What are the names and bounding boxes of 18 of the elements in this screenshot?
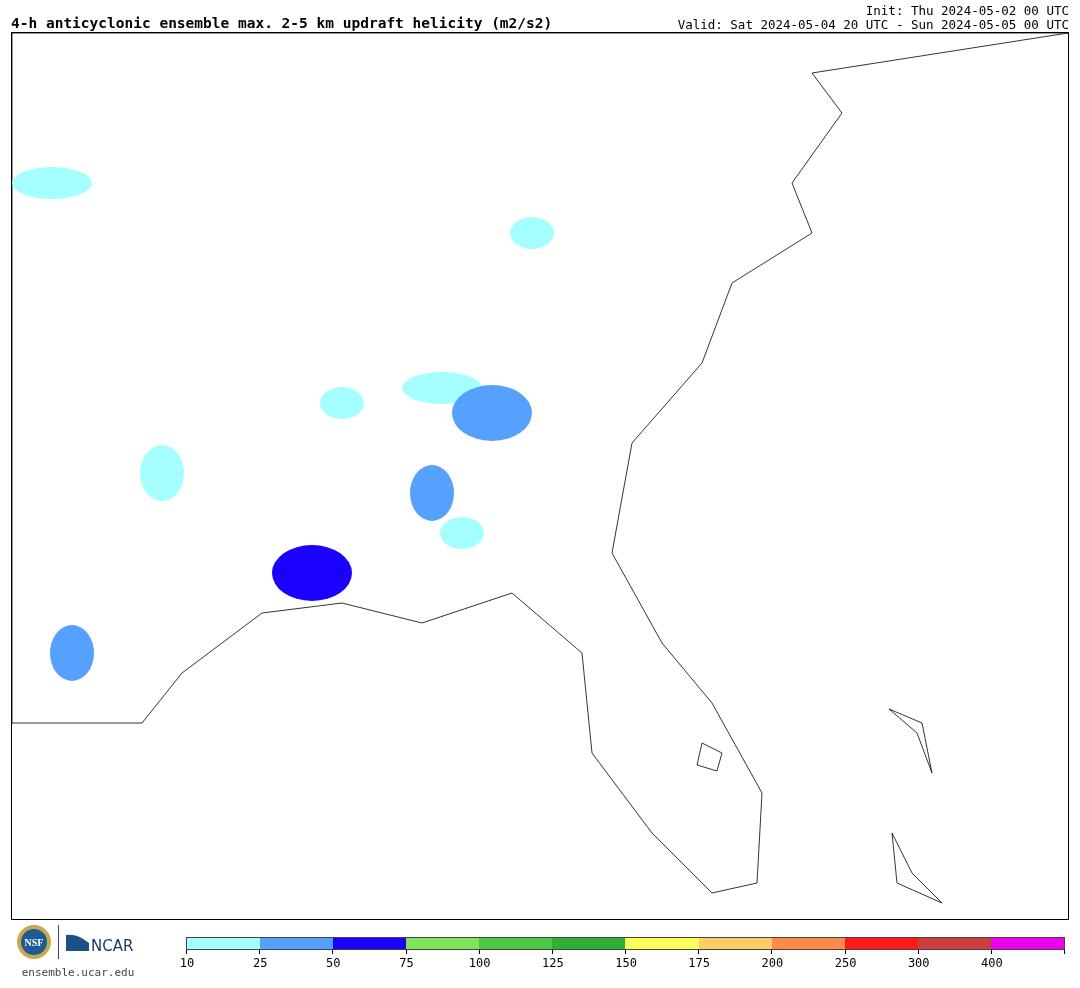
site-url: ensemble.ucar.edu (21, 966, 135, 979)
legend-label: 100 (467, 956, 492, 970)
nsf-logo: NSF (15, 924, 52, 960)
legend-label: 250 (833, 956, 858, 970)
map-title: 4-h anticyclonic ensemble max. 2-5 km updraft helicity (m2/s2) (11, 14, 553, 32)
legend-label: 200 (760, 956, 785, 970)
legend-label: 175 (687, 956, 712, 970)
legend-label: 10 (178, 956, 196, 970)
legend-label: 75 (398, 956, 415, 970)
legend-label: 300 (906, 956, 931, 970)
ncar-logo: NCAR (64, 931, 141, 953)
legend-label: 25 (251, 956, 269, 970)
legend-label: 50 (325, 956, 342, 970)
legend-label: 400 (980, 956, 1004, 970)
valid-time: Valid: Sat 2024-05-04 20 UTC - Sun 2024-05-05 00 UTC (677, 18, 1069, 32)
legend-label: 125 (541, 956, 565, 970)
init-time: Init: Thu 2024-05-02 00 UTC (865, 4, 1069, 18)
legend-label: 150 (614, 956, 638, 970)
